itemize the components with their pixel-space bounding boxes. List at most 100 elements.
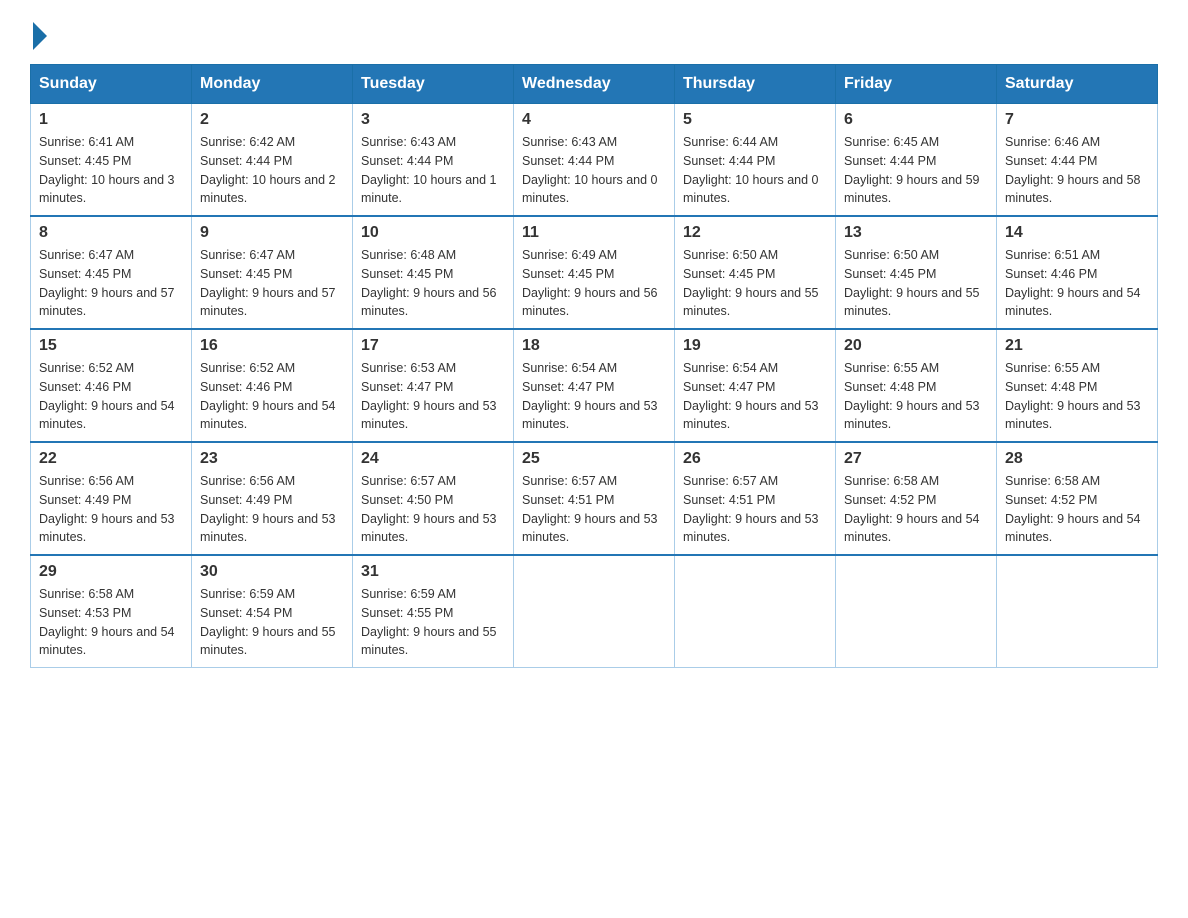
day-number: 24 xyxy=(361,450,505,468)
calendar-cell: 27 Sunrise: 6:58 AMSunset: 4:52 PMDayligh… xyxy=(836,442,997,555)
day-number: 10 xyxy=(361,224,505,242)
day-number: 4 xyxy=(522,111,666,129)
calendar-cell: 21 Sunrise: 6:55 AMSunset: 4:48 PMDayligh… xyxy=(997,329,1158,442)
day-number: 19 xyxy=(683,337,827,355)
day-info: Sunrise: 6:46 AMSunset: 4:44 PMDaylight:… xyxy=(1005,133,1149,208)
day-number: 26 xyxy=(683,450,827,468)
day-info: Sunrise: 6:47 AMSunset: 4:45 PMDaylight:… xyxy=(200,246,344,321)
calendar-cell: 6 Sunrise: 6:45 AMSunset: 4:44 PMDaylight… xyxy=(836,104,997,217)
day-info: Sunrise: 6:54 AMSunset: 4:47 PMDaylight:… xyxy=(522,359,666,434)
calendar-cell: 2 Sunrise: 6:42 AMSunset: 4:44 PMDaylight… xyxy=(192,104,353,217)
calendar-week-row: 8 Sunrise: 6:47 AMSunset: 4:45 PMDaylight… xyxy=(31,216,1158,329)
day-number: 12 xyxy=(683,224,827,242)
calendar-cell: 3 Sunrise: 6:43 AMSunset: 4:44 PMDaylight… xyxy=(353,104,514,217)
day-info: Sunrise: 6:55 AMSunset: 4:48 PMDaylight:… xyxy=(1005,359,1149,434)
day-number: 20 xyxy=(844,337,988,355)
day-number: 21 xyxy=(1005,337,1149,355)
calendar-week-row: 1 Sunrise: 6:41 AMSunset: 4:45 PMDaylight… xyxy=(31,104,1158,217)
calendar-week-row: 22 Sunrise: 6:56 AMSunset: 4:49 PMDayligh… xyxy=(31,442,1158,555)
calendar-cell: 4 Sunrise: 6:43 AMSunset: 4:44 PMDaylight… xyxy=(514,104,675,217)
calendar-cell: 14 Sunrise: 6:51 AMSunset: 4:46 PMDayligh… xyxy=(997,216,1158,329)
calendar-cell: 1 Sunrise: 6:41 AMSunset: 4:45 PMDaylight… xyxy=(31,104,192,217)
day-number: 16 xyxy=(200,337,344,355)
calendar-cell: 13 Sunrise: 6:50 AMSunset: 4:45 PMDayligh… xyxy=(836,216,997,329)
calendar-cell: 22 Sunrise: 6:56 AMSunset: 4:49 PMDayligh… xyxy=(31,442,192,555)
day-number: 2 xyxy=(200,111,344,129)
day-info: Sunrise: 6:58 AMSunset: 4:52 PMDaylight:… xyxy=(844,472,988,547)
day-info: Sunrise: 6:58 AMSunset: 4:52 PMDaylight:… xyxy=(1005,472,1149,547)
day-number: 13 xyxy=(844,224,988,242)
day-info: Sunrise: 6:59 AMSunset: 4:54 PMDaylight:… xyxy=(200,585,344,660)
day-info: Sunrise: 6:52 AMSunset: 4:46 PMDaylight:… xyxy=(39,359,183,434)
calendar-cell: 25 Sunrise: 6:57 AMSunset: 4:51 PMDayligh… xyxy=(514,442,675,555)
logo xyxy=(30,20,47,46)
calendar-cell: 10Sunrise: 6:48 AMSunset: 4:45 PMDayligh… xyxy=(353,216,514,329)
day-info: Sunrise: 6:57 AMSunset: 4:51 PMDaylight:… xyxy=(522,472,666,547)
day-number: 7 xyxy=(1005,111,1149,129)
day-info: Sunrise: 6:53 AMSunset: 4:47 PMDaylight:… xyxy=(361,359,505,434)
calendar-cell: 29 Sunrise: 6:58 AMSunset: 4:53 PMDayligh… xyxy=(31,555,192,668)
day-number: 8 xyxy=(39,224,183,242)
calendar-cell: 11 Sunrise: 6:49 AMSunset: 4:45 PMDayligh… xyxy=(514,216,675,329)
weekday-header-wednesday: Wednesday xyxy=(514,65,675,104)
day-info: Sunrise: 6:56 AMSunset: 4:49 PMDaylight:… xyxy=(200,472,344,547)
page-header xyxy=(30,20,1158,46)
weekday-header-monday: Monday xyxy=(192,65,353,104)
day-info: Sunrise: 6:43 AMSunset: 4:44 PMDaylight:… xyxy=(361,133,505,208)
calendar-cell: 12Sunrise: 6:50 AMSunset: 4:45 PMDayligh… xyxy=(675,216,836,329)
calendar-cell: 31Sunrise: 6:59 AMSunset: 4:55 PMDayligh… xyxy=(353,555,514,668)
day-info: Sunrise: 6:50 AMSunset: 4:45 PMDaylight:… xyxy=(844,246,988,321)
day-info: Sunrise: 6:57 AMSunset: 4:50 PMDaylight:… xyxy=(361,472,505,547)
day-number: 1 xyxy=(39,111,183,129)
weekday-header-thursday: Thursday xyxy=(675,65,836,104)
calendar-week-row: 15 Sunrise: 6:52 AMSunset: 4:46 PMDayligh… xyxy=(31,329,1158,442)
calendar-cell: 28 Sunrise: 6:58 AMSunset: 4:52 PMDayligh… xyxy=(997,442,1158,555)
day-number: 29 xyxy=(39,563,183,581)
calendar-cell: 9 Sunrise: 6:47 AMSunset: 4:45 PMDaylight… xyxy=(192,216,353,329)
day-info: Sunrise: 6:43 AMSunset: 4:44 PMDaylight:… xyxy=(522,133,666,208)
calendar-cell xyxy=(997,555,1158,668)
calendar-cell: 5Sunrise: 6:44 AMSunset: 4:44 PMDaylight… xyxy=(675,104,836,217)
day-info: Sunrise: 6:56 AMSunset: 4:49 PMDaylight:… xyxy=(39,472,183,547)
day-number: 3 xyxy=(361,111,505,129)
calendar-cell: 7 Sunrise: 6:46 AMSunset: 4:44 PMDaylight… xyxy=(997,104,1158,217)
day-info: Sunrise: 6:57 AMSunset: 4:51 PMDaylight:… xyxy=(683,472,827,547)
day-info: Sunrise: 6:44 AMSunset: 4:44 PMDaylight:… xyxy=(683,133,827,208)
day-info: Sunrise: 6:45 AMSunset: 4:44 PMDaylight:… xyxy=(844,133,988,208)
day-number: 22 xyxy=(39,450,183,468)
weekday-header-friday: Friday xyxy=(836,65,997,104)
day-number: 15 xyxy=(39,337,183,355)
day-number: 28 xyxy=(1005,450,1149,468)
weekday-header-sunday: Sunday xyxy=(31,65,192,104)
calendar-cell: 20Sunrise: 6:55 AMSunset: 4:48 PMDayligh… xyxy=(836,329,997,442)
day-info: Sunrise: 6:41 AMSunset: 4:45 PMDaylight:… xyxy=(39,133,183,208)
day-number: 6 xyxy=(844,111,988,129)
calendar-cell xyxy=(836,555,997,668)
day-info: Sunrise: 6:42 AMSunset: 4:44 PMDaylight:… xyxy=(200,133,344,208)
calendar-cell: 24 Sunrise: 6:57 AMSunset: 4:50 PMDayligh… xyxy=(353,442,514,555)
logo-arrow-icon xyxy=(33,22,47,50)
calendar-cell: 19 Sunrise: 6:54 AMSunset: 4:47 PMDayligh… xyxy=(675,329,836,442)
calendar-cell: 26 Sunrise: 6:57 AMSunset: 4:51 PMDayligh… xyxy=(675,442,836,555)
day-info: Sunrise: 6:49 AMSunset: 4:45 PMDaylight:… xyxy=(522,246,666,321)
day-number: 9 xyxy=(200,224,344,242)
day-number: 27 xyxy=(844,450,988,468)
day-number: 31 xyxy=(361,563,505,581)
calendar-cell: 17Sunrise: 6:53 AMSunset: 4:47 PMDayligh… xyxy=(353,329,514,442)
calendar-week-row: 29 Sunrise: 6:58 AMSunset: 4:53 PMDayligh… xyxy=(31,555,1158,668)
day-info: Sunrise: 6:52 AMSunset: 4:46 PMDaylight:… xyxy=(200,359,344,434)
day-number: 25 xyxy=(522,450,666,468)
weekday-header-row: SundayMondayTuesdayWednesdayThursdayFrid… xyxy=(31,65,1158,104)
day-info: Sunrise: 6:54 AMSunset: 4:47 PMDaylight:… xyxy=(683,359,827,434)
calendar-cell xyxy=(514,555,675,668)
calendar-cell: 23 Sunrise: 6:56 AMSunset: 4:49 PMDayligh… xyxy=(192,442,353,555)
day-info: Sunrise: 6:58 AMSunset: 4:53 PMDaylight:… xyxy=(39,585,183,660)
calendar-cell: 16 Sunrise: 6:52 AMSunset: 4:46 PMDayligh… xyxy=(192,329,353,442)
day-number: 30 xyxy=(200,563,344,581)
day-number: 11 xyxy=(522,224,666,242)
day-number: 14 xyxy=(1005,224,1149,242)
day-number: 23 xyxy=(200,450,344,468)
weekday-header-tuesday: Tuesday xyxy=(353,65,514,104)
day-number: 18 xyxy=(522,337,666,355)
day-info: Sunrise: 6:51 AMSunset: 4:46 PMDaylight:… xyxy=(1005,246,1149,321)
